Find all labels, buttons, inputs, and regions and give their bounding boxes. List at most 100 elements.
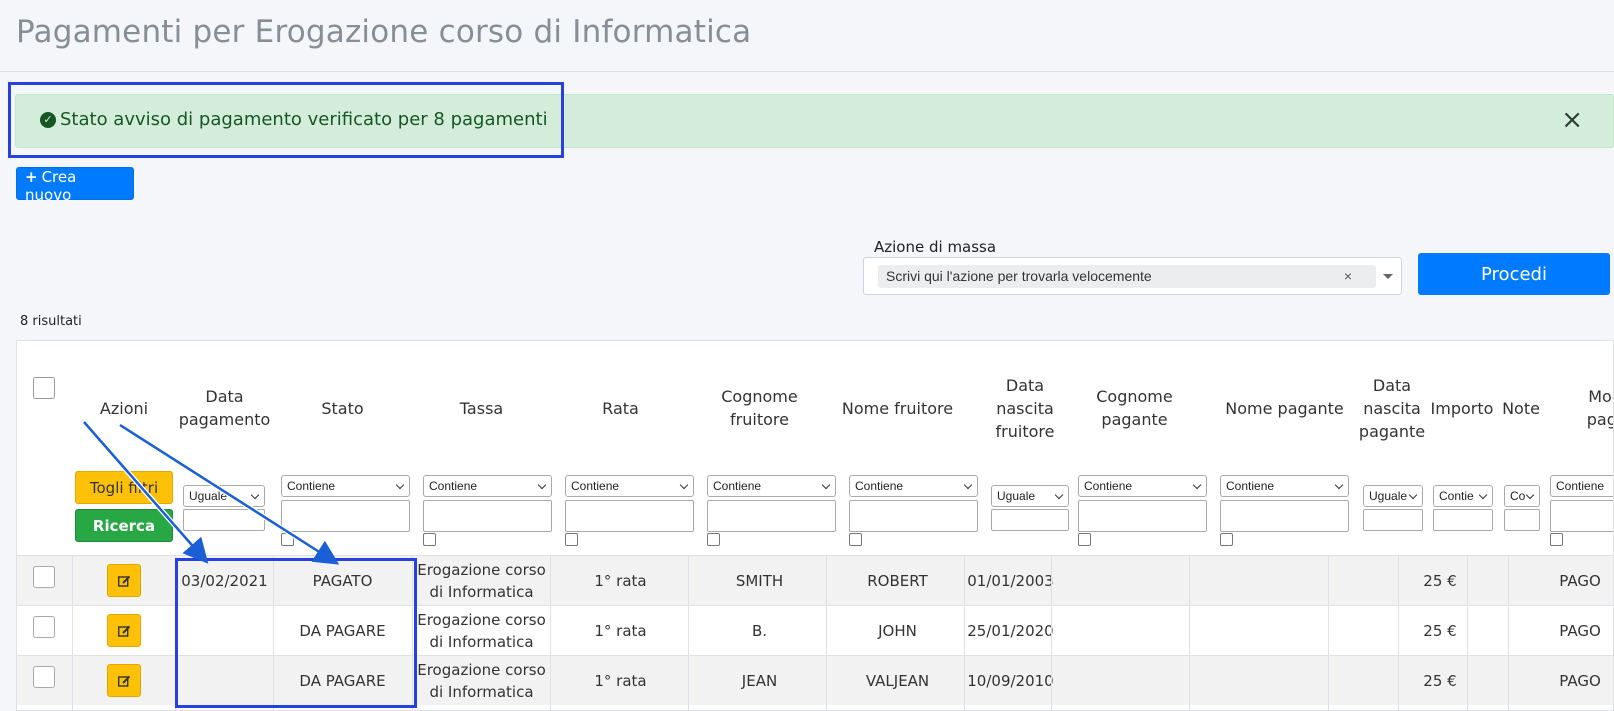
filter-input-cognome-fruitore[interactable] — [707, 500, 836, 532]
mass-action-label: Azione di massa — [874, 238, 997, 256]
filter-input-tassa[interactable] — [423, 500, 552, 532]
check-circle-icon: ✓ — [40, 112, 56, 128]
filter-checkbox-stato[interactable] — [281, 533, 294, 546]
filter-checkbox-modalita[interactable] — [1550, 533, 1563, 546]
filter-input-data-pagamento[interactable] — [183, 509, 265, 531]
cell-importo: 25 € — [1423, 622, 1457, 640]
cell-data-nascita-fruitore: 10/09/2010 — [967, 672, 1054, 690]
filter-operator-stato[interactable]: Contiene — [281, 475, 410, 497]
cell-importo: 25 € — [1423, 572, 1457, 590]
col-header-nome-pagante[interactable]: Nome pagante — [1217, 341, 1352, 475]
cell-data-pagamento — [177, 606, 272, 656]
proceed-button[interactable]: Procedi — [1418, 253, 1610, 295]
filter-operator-cognome-pagante[interactable]: Contiene — [1078, 475, 1207, 497]
table-row: DA PAGARE Erogazione corso di Informatic… — [17, 605, 1613, 656]
cell-nome-fruitore: ROBERT — [867, 572, 928, 590]
row-checkbox[interactable] — [33, 566, 55, 588]
filter-operator-modalita[interactable]: Contiene — [1550, 475, 1613, 497]
cell-modalita: PAGO — [1559, 622, 1601, 640]
cell-rata: 1° rata — [594, 572, 647, 590]
filter-operator-nome-fruitore[interactable]: Contiene — [849, 475, 978, 497]
clear-filters-button[interactable]: Togli filtri — [75, 471, 173, 504]
col-header-nome-fruitore[interactable]: Nome fruitore — [830, 341, 965, 475]
filter-input-rata[interactable] — [565, 500, 694, 532]
cell-cognome-fruitore: SMITH — [735, 572, 784, 590]
filter-input-data-nascita-fruitore[interactable] — [991, 509, 1069, 531]
cell-tassa: Erogazione corso di Informatica — [417, 561, 546, 601]
filter-input-modalita[interactable] — [1550, 500, 1613, 532]
cell-stato: DA PAGARE — [299, 672, 386, 690]
cell-modalita: PAGO — [1559, 672, 1601, 690]
col-header-azioni: Azioni — [99, 398, 149, 418]
table-row: 03/02/2021 PAGATO Erogazione corso di In… — [17, 555, 1613, 605]
col-header-tassa[interactable]: Tassa — [414, 341, 549, 475]
filter-operator-cognome-fruitore[interactable]: Contiene — [707, 475, 836, 497]
page-header: Pagamenti per Erogazione corso di Inform… — [0, 0, 1614, 72]
filter-input-nome-pagante[interactable] — [1220, 500, 1349, 532]
close-icon[interactable]: × — [1561, 105, 1583, 135]
cell-data-pagamento — [177, 656, 272, 706]
alert-message: Stato avviso di pagamento verificato per… — [60, 109, 548, 130]
filter-input-cognome-pagante[interactable] — [1078, 500, 1207, 532]
select-all-checkbox[interactable] — [33, 377, 55, 399]
filter-operator-nome-pagante[interactable]: Contiene — [1220, 475, 1349, 497]
cell-data-nascita-fruitore: 25/01/2020 — [967, 622, 1054, 640]
payments-table: Azioni Data pagamento Stato Tassa Rata C… — [16, 340, 1614, 711]
cell-nome-fruitore: VALJEAN — [865, 672, 930, 690]
filter-checkbox-cognome-pagante[interactable] — [1078, 533, 1091, 546]
create-new-button[interactable]: + Crea nuovo — [16, 167, 134, 204]
cell-tassa: Erogazione corso di Informatica — [417, 611, 546, 651]
table-row: DA PAGARE Erogazione corso di Informatic… — [17, 655, 1613, 706]
col-header-cognome-pagante[interactable]: Cognome pagante — [1077, 341, 1192, 475]
filter-checkbox-nome-fruitore[interactable] — [849, 533, 862, 546]
filter-operator-note[interactable]: Co — [1504, 485, 1540, 507]
col-header-data-nascita-fruitore[interactable]: Data nascita fruitore — [985, 341, 1065, 475]
edit-button[interactable] — [107, 664, 141, 697]
filter-input-note[interactable] — [1504, 509, 1540, 531]
filter-operator-rata[interactable]: Contiene — [565, 475, 694, 497]
cell-cognome-fruitore: JEAN — [741, 672, 778, 690]
col-header-cognome-fruitore[interactable]: Cognome fruitore — [692, 341, 827, 475]
filter-input-stato[interactable] — [281, 500, 410, 532]
filter-input-nome-fruitore[interactable] — [849, 500, 978, 532]
filter-checkbox-rata[interactable] — [565, 533, 578, 546]
mass-action-chip: Scrivi qui l'azione per trovarla velocem… — [878, 265, 1376, 288]
col-header-importo[interactable]: Importo — [1427, 341, 1497, 475]
edit-button[interactable] — [107, 564, 141, 597]
edit-button[interactable] — [107, 614, 141, 647]
clear-icon[interactable]: × — [1344, 265, 1352, 288]
col-header-data-pagamento[interactable]: Data pagamento — [177, 341, 272, 475]
page-title: Pagamenti per Erogazione corso di Inform… — [16, 14, 752, 50]
filter-checkbox-tassa[interactable] — [423, 533, 436, 546]
filter-checkbox-nome-pagante[interactable] — [1220, 533, 1233, 546]
plus-icon: + — [25, 168, 38, 186]
mass-action-select[interactable]: Scrivi qui l'azione per trovarla velocem… — [863, 257, 1402, 295]
mass-action-placeholder: Scrivi qui l'azione per trovarla velocem… — [886, 268, 1152, 284]
cell-modalita: PAGO — [1559, 572, 1601, 590]
filter-operator-data-pagamento[interactable]: Uguale — [183, 485, 265, 507]
edit-icon — [118, 675, 131, 687]
col-header-note[interactable]: Note — [1500, 341, 1542, 475]
filter-operator-data-nascita-pagante[interactable]: Uguale — [1363, 485, 1423, 507]
col-header-stato[interactable]: Stato — [275, 341, 410, 475]
col-header-data-nascita-pagante[interactable]: Data nascita pagante — [1357, 341, 1427, 475]
filter-operator-data-nascita-fruitore[interactable]: Uguale — [991, 485, 1069, 507]
row-checkbox[interactable] — [33, 666, 55, 688]
filter-input-importo[interactable] — [1433, 509, 1493, 531]
cell-data-nascita-fruitore: 01/01/2003 — [967, 572, 1054, 590]
filter-operator-tassa[interactable]: Contiene — [423, 475, 552, 497]
search-button[interactable]: Ricerca — [75, 509, 173, 542]
filter-operator-importo[interactable]: Contie — [1433, 485, 1493, 507]
cell-cognome-fruitore: B. — [751, 622, 768, 640]
cell-stato: DA PAGARE — [299, 622, 386, 640]
filter-input-data-nascita-pagante[interactable] — [1363, 509, 1423, 531]
cell-stato: PAGATO — [312, 572, 373, 590]
success-alert: ✓ Stato avviso di pagamento verificato p… — [15, 94, 1614, 148]
chevron-down-icon[interactable] — [1383, 274, 1393, 279]
col-header-modalita[interactable]: Moda pagar — [1565, 341, 1613, 475]
results-count: 8 risultati — [20, 314, 82, 329]
cell-importo: 25 € — [1423, 672, 1457, 690]
filter-checkbox-cognome-fruitore[interactable] — [707, 533, 720, 546]
col-header-rata[interactable]: Rata — [553, 341, 688, 475]
row-checkbox[interactable] — [33, 616, 55, 638]
